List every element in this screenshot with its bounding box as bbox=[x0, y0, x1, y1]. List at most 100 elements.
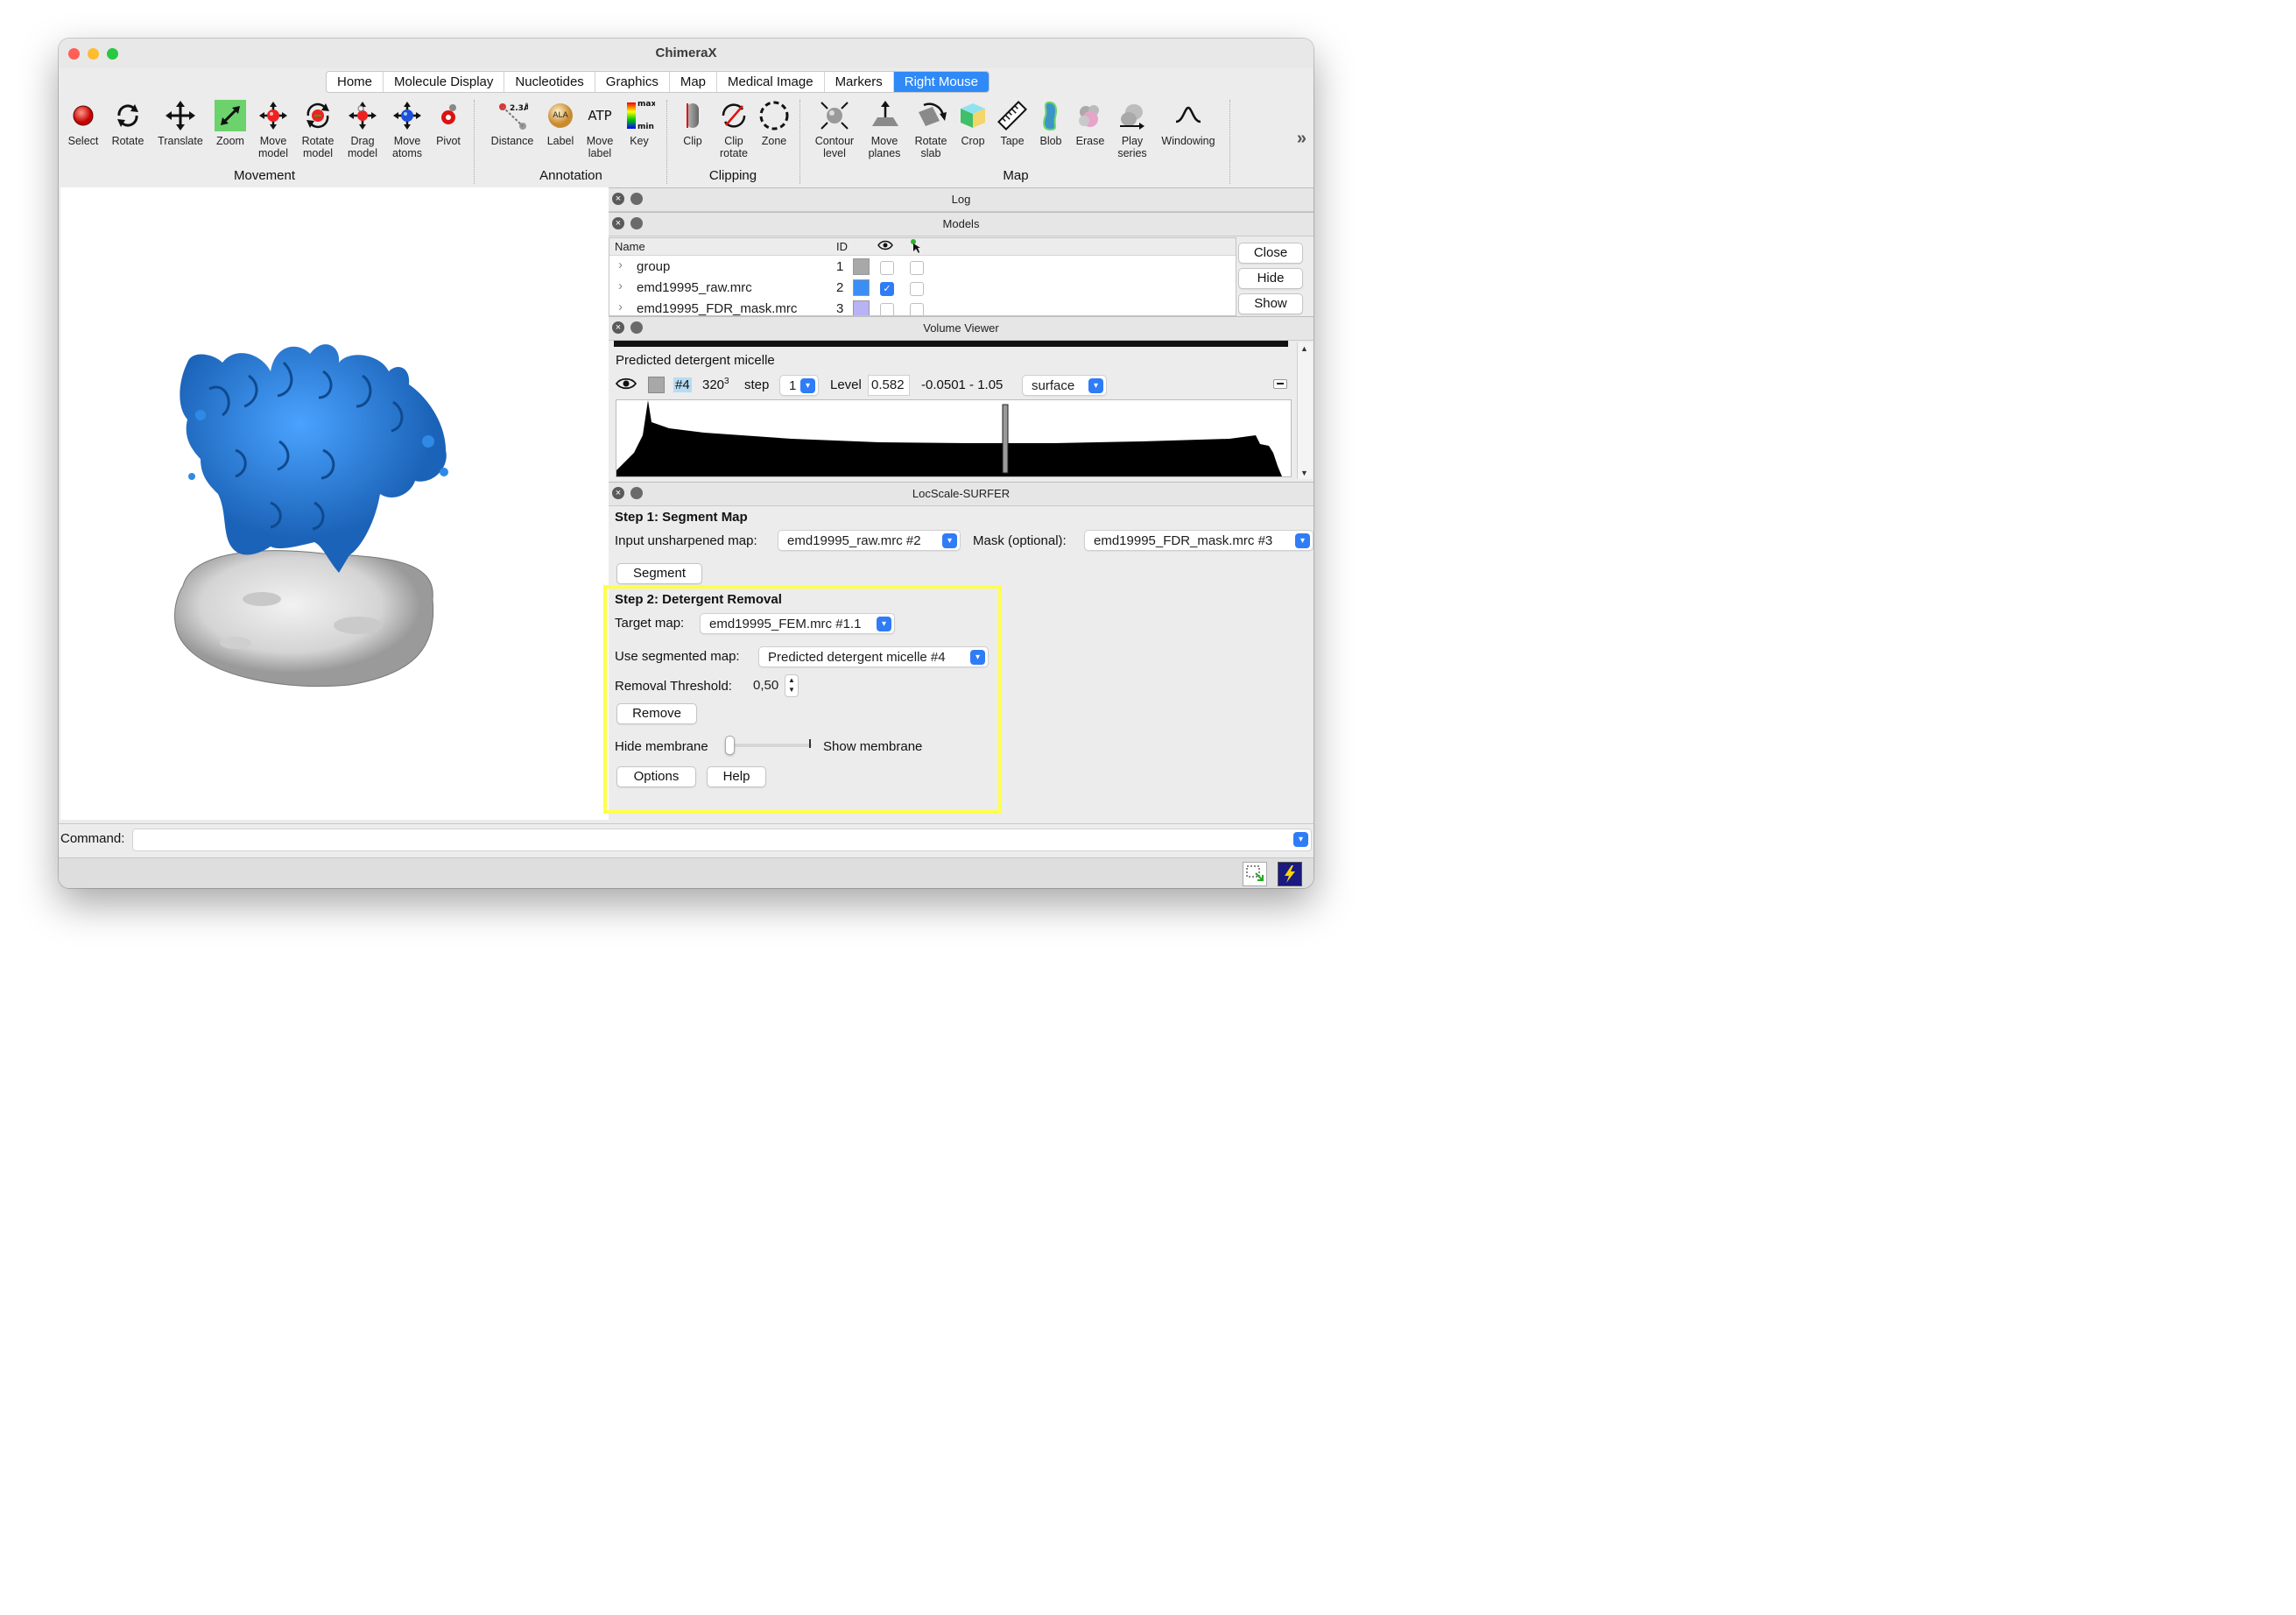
zoom-label: Zoom bbox=[216, 135, 244, 147]
lightning-icon[interactable] bbox=[1278, 862, 1302, 886]
histogram[interactable] bbox=[616, 399, 1292, 477]
pivot-tool[interactable]: Pivot bbox=[424, 100, 473, 147]
volume-visibility-eye-icon[interactable] bbox=[615, 377, 637, 394]
model-row[interactable]: › group 1 bbox=[609, 257, 1236, 278]
step-select[interactable]: 1 ▾ bbox=[779, 375, 819, 396]
model-select-checkbox[interactable] bbox=[910, 303, 924, 315]
key-label: Key bbox=[630, 135, 649, 147]
expand-chevron-icon[interactable]: › bbox=[618, 279, 623, 293]
log-panel: × Log bbox=[609, 187, 1314, 212]
model-shown-checkbox[interactable] bbox=[880, 261, 894, 275]
key-tool[interactable]: max min Key bbox=[615, 100, 664, 147]
volume-name: Predicted detergent micelle bbox=[616, 353, 775, 368]
protein-density bbox=[180, 344, 447, 573]
model-row[interactable]: › emd19995_FDR_mask.mrc 3 bbox=[609, 300, 1236, 315]
segment-button[interactable]: Segment bbox=[616, 563, 702, 584]
command-bar: Command: ▾ bbox=[59, 823, 1314, 854]
eye-icon bbox=[877, 238, 893, 255]
more-tools-chevron-icon[interactable]: » bbox=[1297, 129, 1306, 149]
windowing-tool[interactable]: Windowing bbox=[1155, 100, 1222, 147]
tab-molecule-display[interactable]: Molecule Display bbox=[384, 72, 505, 92]
detergent-micelle bbox=[174, 550, 434, 688]
move-model-label-1: Move bbox=[259, 135, 287, 147]
zoom-icon bbox=[215, 100, 246, 131]
id-column-header[interactable]: ID bbox=[836, 240, 848, 253]
model-row[interactable]: › emd19995_raw.mrc 2 ✓ bbox=[609, 279, 1236, 299]
separator bbox=[799, 100, 801, 184]
play-series-label-2: series bbox=[1117, 147, 1147, 159]
show-model-button[interactable]: Show bbox=[1238, 293, 1303, 314]
model-color-swatch[interactable] bbox=[853, 279, 870, 296]
volume-viewer-title: Volume Viewer bbox=[923, 321, 999, 335]
command-input[interactable]: ▾ bbox=[132, 829, 1312, 851]
style-select[interactable]: surface ▾ bbox=[1022, 375, 1107, 396]
model-shown-checkbox[interactable] bbox=[880, 303, 894, 315]
rotate-icon bbox=[112, 100, 144, 131]
model-select-checkbox[interactable] bbox=[910, 261, 924, 275]
chevron-down-icon: ▾ bbox=[1088, 378, 1103, 393]
contour-level-tool[interactable]: Contour level bbox=[810, 100, 859, 159]
translate-tool[interactable]: Translate bbox=[156, 100, 205, 147]
tab-graphics[interactable]: Graphics bbox=[595, 72, 670, 92]
input-map-select[interactable]: emd19995_raw.mrc #2 ▾ bbox=[778, 530, 961, 551]
hide-model-button[interactable]: Hide bbox=[1238, 268, 1303, 289]
models-table-header: Name ID bbox=[609, 238, 1236, 256]
tab-markers[interactable]: Markers bbox=[825, 72, 894, 92]
clip-icon bbox=[677, 100, 708, 131]
tab-medical-image[interactable]: Medical Image bbox=[717, 72, 825, 92]
command-label: Command: bbox=[60, 831, 125, 846]
rotate-tool[interactable]: Rotate bbox=[103, 100, 152, 147]
translate-label: Translate bbox=[158, 135, 203, 147]
drag-model-tool[interactable]: Drag model bbox=[338, 100, 387, 159]
close-model-button[interactable]: Close bbox=[1238, 243, 1303, 264]
scroll-down-arrow-icon[interactable]: ▼ bbox=[1300, 469, 1308, 477]
move-atoms-label-2: atoms bbox=[391, 147, 423, 159]
move-label-icon: ATP bbox=[584, 100, 616, 131]
mask-label: Mask (optional): bbox=[973, 533, 1067, 548]
model-color-swatch[interactable] bbox=[853, 300, 870, 315]
movement-group-label: Movement bbox=[233, 168, 296, 183]
rotate-model-tool[interactable]: Rotate model bbox=[293, 100, 342, 159]
tab-right-mouse[interactable]: Right Mouse bbox=[893, 72, 989, 92]
graphics-viewport[interactable] bbox=[60, 187, 609, 820]
zone-tool[interactable]: Zone bbox=[750, 100, 799, 147]
tab-map[interactable]: Map bbox=[670, 72, 718, 92]
model-name: group bbox=[637, 259, 671, 274]
move-planes-tool[interactable]: Move planes bbox=[860, 100, 909, 159]
models-panel: × Models Name ID › group 1 › emd19995_ra… bbox=[609, 212, 1314, 316]
move-model-tool[interactable]: Move model bbox=[249, 100, 298, 159]
mask-select[interactable]: emd19995_FDR_mask.mrc #3 ▾ bbox=[1084, 530, 1314, 551]
expand-chevron-icon[interactable]: › bbox=[618, 300, 623, 314]
model-id: 1 bbox=[836, 259, 844, 274]
histogram-plot bbox=[616, 400, 1282, 476]
model-shown-checkbox[interactable]: ✓ bbox=[880, 282, 894, 296]
tab-nucleotides[interactable]: Nucleotides bbox=[504, 72, 595, 92]
distance-icon: 2.3Å bbox=[497, 100, 528, 131]
select-pointer-icon bbox=[909, 238, 921, 257]
input-map-label: Input unsharpened map: bbox=[615, 533, 757, 548]
svg-text:ALA: ALA bbox=[553, 111, 568, 120]
distance-tool[interactable]: 2.3Å Distance bbox=[488, 100, 537, 147]
volume-color-swatch[interactable] bbox=[648, 377, 665, 393]
play-series-icon bbox=[1116, 100, 1148, 131]
move-planes-label-2: planes bbox=[868, 147, 901, 159]
model-select-checkbox[interactable] bbox=[910, 282, 924, 296]
rotate-slab-label-2: slab bbox=[920, 147, 941, 159]
play-series-tool[interactable]: Play series bbox=[1108, 100, 1157, 159]
scroll-up-arrow-icon[interactable]: ▲ bbox=[1300, 344, 1308, 353]
expand-chevron-icon[interactable]: › bbox=[618, 257, 623, 272]
erase-icon bbox=[1074, 100, 1106, 131]
name-column-header[interactable]: Name bbox=[615, 240, 645, 253]
command-history-chevron-icon[interactable]: ▾ bbox=[1293, 832, 1308, 847]
select-tool[interactable]: Select bbox=[59, 100, 108, 147]
collapse-minus-icon[interactable] bbox=[1273, 379, 1287, 389]
tab-home[interactable]: Home bbox=[327, 72, 384, 92]
vertical-scrollbar[interactable]: ▲ ▼ bbox=[1297, 342, 1313, 479]
clip-rotate-icon bbox=[718, 100, 750, 131]
model-color-swatch[interactable] bbox=[853, 258, 870, 275]
models-table: Name ID › group 1 › emd19995_raw.mrc 2 ✓ bbox=[609, 237, 1236, 316]
level-input[interactable]: 0.582 bbox=[868, 375, 910, 396]
selection-inspector-icon[interactable] bbox=[1243, 862, 1267, 886]
zoom-tool[interactable]: Zoom bbox=[206, 100, 255, 147]
models-title: Models bbox=[942, 217, 980, 230]
